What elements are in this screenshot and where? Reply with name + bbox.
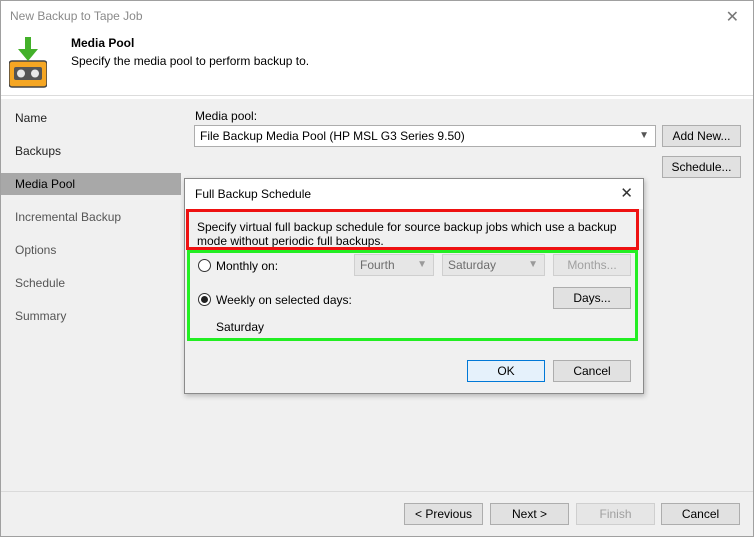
sidebar-item-options[interactable]: Options xyxy=(1,239,181,261)
schedule-options-highlight-box xyxy=(187,250,638,341)
titlebar: New Backup to Tape Job ✕ xyxy=(1,1,753,31)
dialog-cancel-button[interactable]: Cancel xyxy=(553,360,631,382)
ok-button[interactable]: OK xyxy=(467,360,545,382)
page-title: Media Pool xyxy=(71,36,135,50)
wizard-steps-sidebar: Name Backups Media Pool Incremental Back… xyxy=(1,99,181,491)
description-highlight-box xyxy=(186,209,639,250)
media-pool-select[interactable]: File Backup Media Pool (HP MSL G3 Series… xyxy=(194,125,656,147)
next-button[interactable]: Next > xyxy=(490,503,569,525)
wizard-footer: < Previous Next > Finish Cancel xyxy=(1,491,753,536)
finish-button[interactable]: Finish xyxy=(576,503,655,525)
tape-backup-icon xyxy=(9,37,47,88)
sidebar-item-name[interactable]: Name xyxy=(1,107,181,129)
header-divider xyxy=(1,95,753,96)
cancel-button[interactable]: Cancel xyxy=(661,503,740,525)
page-subtitle: Specify the media pool to perform backup… xyxy=(71,54,310,68)
sidebar-item-summary[interactable]: Summary xyxy=(1,305,181,327)
sidebar-item-media-pool[interactable]: Media Pool xyxy=(1,173,181,195)
wizard-header: Media Pool Specify the media pool to per… xyxy=(1,31,753,93)
dialog-title: Full Backup Schedule xyxy=(195,187,312,201)
dialog-titlebar: Full Backup Schedule ✕ xyxy=(185,179,643,209)
add-new-button[interactable]: Add New... xyxy=(662,125,741,147)
close-icon[interactable]: ✕ xyxy=(726,7,739,27)
media-pool-value: File Backup Media Pool (HP MSL G3 Series… xyxy=(200,129,465,143)
previous-button[interactable]: < Previous xyxy=(404,503,483,525)
schedule-button[interactable]: Schedule... xyxy=(662,156,741,178)
sidebar-item-incremental-backup[interactable]: Incremental Backup xyxy=(1,206,181,228)
sidebar-item-schedule[interactable]: Schedule xyxy=(1,272,181,294)
window-title: New Backup to Tape Job xyxy=(10,9,143,23)
sidebar-item-backups[interactable]: Backups xyxy=(1,140,181,162)
dialog-close-icon[interactable]: ✕ xyxy=(620,184,633,202)
media-pool-label: Media pool: xyxy=(195,109,258,123)
chevron-down-icon: ▼ xyxy=(639,130,649,141)
